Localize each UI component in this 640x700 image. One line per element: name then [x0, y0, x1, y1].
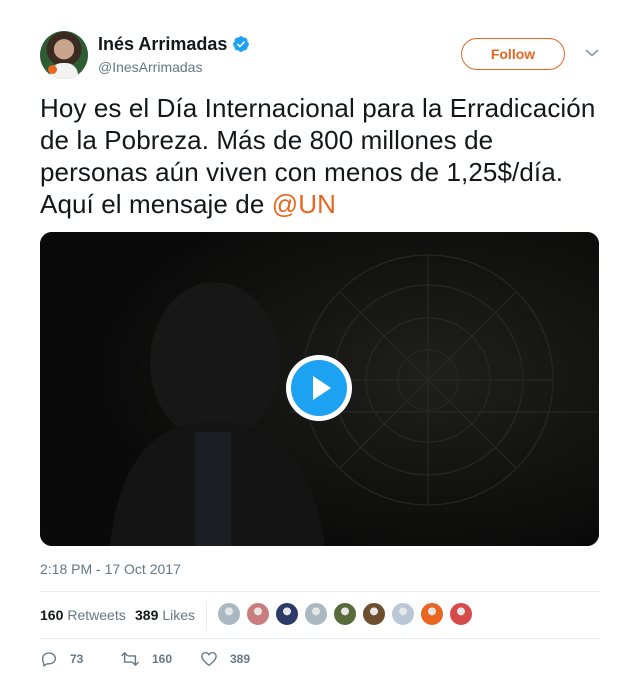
reply-action[interactable]: 73 — [40, 650, 83, 668]
reply-icon — [41, 652, 57, 667]
liker-avatar[interactable] — [217, 602, 241, 626]
tweet-text: Hoy es el Día Internacional para la Erra… — [40, 92, 600, 220]
stats-separator — [206, 602, 207, 630]
liker-avatar[interactable] — [391, 602, 415, 626]
video-player[interactable] — [40, 232, 599, 546]
like-action[interactable]: 389 — [200, 650, 250, 668]
tweet-timestamp[interactable]: 2:18 PM - 17 Oct 2017 — [40, 561, 181, 577]
user-handle[interactable]: @InesArrimadas — [98, 59, 202, 75]
liker-avatar[interactable] — [304, 602, 328, 626]
liker-avatar[interactable] — [420, 602, 444, 626]
user-name[interactable]: Inés Arrimadas — [98, 34, 227, 55]
retweet-count: 160 — [152, 652, 173, 666]
liker-avatar[interactable] — [362, 602, 386, 626]
follow-button[interactable]: Follow — [461, 38, 565, 70]
tweet-header: Inés Arrimadas @InesArrimadas Follow — [40, 31, 600, 79]
avatar[interactable] — [40, 31, 88, 79]
tweet-actions: 73 160 389 — [40, 648, 600, 672]
retweet-action[interactable]: 160 — [120, 650, 172, 668]
retweets-stat[interactable]: 160 Retweets — [40, 607, 126, 623]
heart-icon — [201, 651, 217, 667]
retweets-count: 160 — [40, 607, 64, 623]
tweet-stats: 160 Retweets 389 Likes — [40, 592, 600, 638]
play-icon — [313, 376, 331, 400]
verified-badge-icon — [233, 36, 250, 52]
likes-count: 389 — [135, 607, 159, 623]
like-count: 389 — [230, 652, 251, 666]
mention-link[interactable]: @UN — [272, 189, 336, 219]
likes-label: Likes — [162, 607, 196, 623]
likes-stat[interactable]: 389 Likes — [135, 607, 195, 623]
liker-avatar[interactable] — [275, 602, 299, 626]
reply-count: 73 — [70, 652, 84, 666]
play-button[interactable] — [286, 355, 352, 421]
name-row: Inés Arrimadas — [98, 33, 250, 55]
divider — [40, 638, 600, 639]
liker-avatar[interactable] — [246, 602, 270, 626]
liker-avatar[interactable] — [449, 602, 473, 626]
retweet-icon — [121, 652, 139, 666]
liker-avatar[interactable] — [333, 602, 357, 626]
retweets-label: Retweets — [67, 607, 126, 623]
chevron-down-icon[interactable] — [585, 48, 599, 58]
